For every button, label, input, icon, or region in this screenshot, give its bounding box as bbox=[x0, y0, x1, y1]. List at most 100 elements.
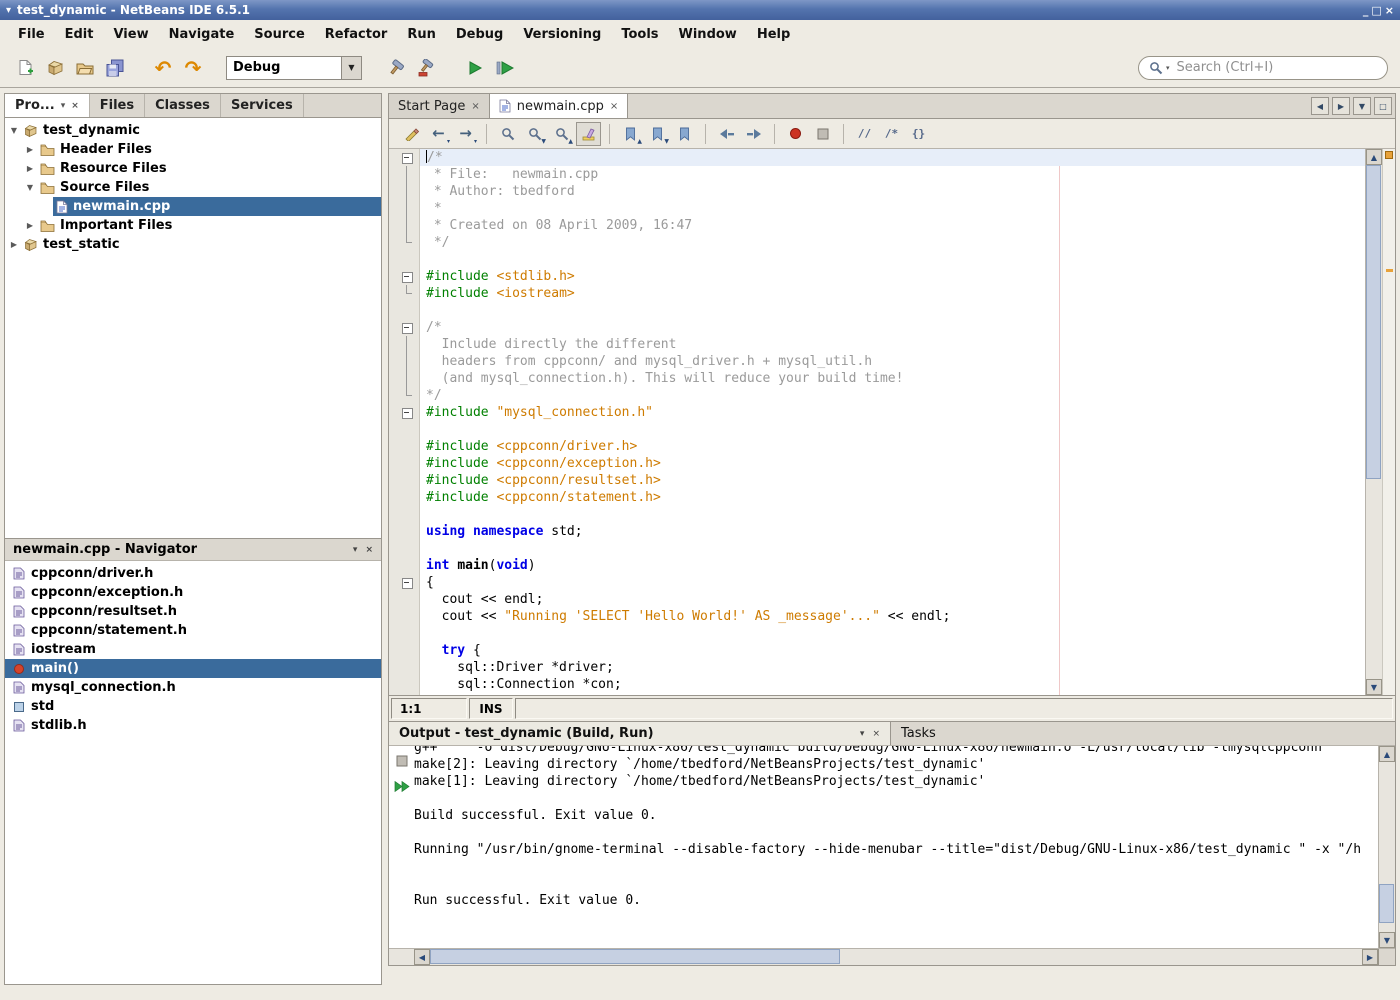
warning-status-icon[interactable] bbox=[1385, 151, 1393, 159]
tab-services[interactable]: Services bbox=[221, 94, 304, 117]
code-line[interactable]: */ bbox=[389, 387, 1365, 404]
maximize-button[interactable]: □ bbox=[1371, 4, 1381, 17]
find-next-button[interactable]: ▼ bbox=[522, 122, 547, 146]
menu-file[interactable]: File bbox=[8, 22, 55, 47]
close-button[interactable]: × bbox=[1385, 4, 1394, 17]
tab-start-page[interactable]: Start Page × bbox=[389, 94, 490, 118]
code-line[interactable]: /* bbox=[389, 319, 1365, 336]
menu-edit[interactable]: Edit bbox=[55, 22, 104, 47]
code-line[interactable]: */ bbox=[389, 234, 1365, 251]
navigator-item-std[interactable]: std bbox=[5, 697, 381, 716]
navigator-item-iostream[interactable]: iostream bbox=[5, 640, 381, 659]
close-output-icon[interactable]: × bbox=[872, 729, 880, 739]
navigator-item-main[interactable]: main() bbox=[5, 659, 381, 678]
combo-dropdown-icon[interactable]: ▼ bbox=[341, 57, 361, 79]
record-macro-button[interactable] bbox=[783, 122, 808, 146]
code-line[interactable]: cout << "Running 'SELECT 'Hello World!' … bbox=[389, 608, 1365, 625]
code-line[interactable]: #include <stdlib.h> bbox=[389, 268, 1365, 285]
code-line[interactable]: #include <cppconn/driver.h> bbox=[389, 438, 1365, 455]
menu-debug[interactable]: Debug bbox=[446, 22, 513, 47]
insert-code-button[interactable]: {} bbox=[906, 122, 931, 146]
menu-navigate[interactable]: Navigate bbox=[159, 22, 245, 47]
fold-marker-icon[interactable] bbox=[389, 574, 420, 591]
navigator-item-cppconn-statement-h[interactable]: cppconn/statement.h bbox=[5, 621, 381, 640]
tree-node-header-files[interactable]: ▶Header Files bbox=[5, 140, 381, 159]
stop-macro-button[interactable] bbox=[810, 122, 835, 146]
last-edit-location-button[interactable] bbox=[399, 122, 424, 146]
output-hscrollbar[interactable]: ◀ ▶ bbox=[389, 948, 1395, 965]
next-bookmark-button[interactable]: ▼ bbox=[645, 122, 670, 146]
debug-project-button[interactable] bbox=[490, 54, 520, 82]
close-navigator-icon[interactable]: × bbox=[365, 545, 373, 555]
code-line[interactable]: #include <cppconn/resultset.h> bbox=[389, 472, 1365, 489]
tree-node-test-static[interactable]: ▶test_static bbox=[5, 235, 381, 254]
code-editor[interactable]: /* * File: newmain.cpp * Author: tbedfor… bbox=[389, 149, 1365, 695]
scrollbar-thumb[interactable] bbox=[430, 949, 840, 964]
warning-mark[interactable] bbox=[1386, 269, 1393, 272]
new-file-button[interactable] bbox=[10, 54, 40, 82]
fold-marker-icon[interactable] bbox=[389, 319, 420, 336]
code-line[interactable]: (and mysql_connection.h). This will redu… bbox=[389, 370, 1365, 387]
code-line[interactable]: int main(void) bbox=[389, 557, 1365, 574]
menu-view[interactable]: View bbox=[103, 22, 158, 47]
code-line[interactable]: * File: newmain.cpp bbox=[389, 166, 1365, 183]
code-line[interactable]: #include <cppconn/statement.h> bbox=[389, 489, 1365, 506]
tree-node-source-files[interactable]: ▼Source Files bbox=[5, 178, 381, 197]
code-line[interactable]: try { bbox=[389, 642, 1365, 659]
tab-newmain-cpp[interactable]: newmain.cpp × bbox=[490, 94, 629, 118]
scroll-left-icon[interactable]: ◀ bbox=[414, 949, 430, 965]
code-line[interactable]: cout << endl; bbox=[389, 591, 1365, 608]
toggle-bookmark-button[interactable] bbox=[672, 122, 697, 146]
code-line[interactable]: sql::Driver *driver; bbox=[389, 659, 1365, 676]
expander-expanded-icon[interactable]: ▼ bbox=[23, 183, 37, 192]
code-line[interactable]: * Created on 08 April 2009, 16:47 bbox=[389, 217, 1365, 234]
code-line-current[interactable]: /* bbox=[389, 149, 1365, 166]
output-text[interactable]: g++ -o dist/Debug/GNU-Linux-x86/test_dyn… bbox=[414, 746, 1378, 941]
code-line[interactable] bbox=[389, 251, 1365, 268]
minimize-navigator-icon[interactable]: ▾ bbox=[353, 545, 358, 555]
tab-files[interactable]: Files bbox=[90, 94, 145, 117]
clean-build-project-button[interactable] bbox=[412, 54, 442, 82]
minimize-output-icon[interactable]: ▾ bbox=[860, 729, 865, 739]
back-button[interactable]: ←▾ bbox=[426, 122, 451, 146]
tab-classes[interactable]: Classes bbox=[145, 94, 221, 117]
code-line[interactable] bbox=[389, 625, 1365, 642]
code-line[interactable]: using namespace std; bbox=[389, 523, 1365, 540]
quick-search-box[interactable]: ▾ Search (Ctrl+I) bbox=[1138, 56, 1388, 80]
menu-source[interactable]: Source bbox=[244, 22, 314, 47]
tree-node-newmain-cpp[interactable]: newmain.cpp bbox=[5, 197, 381, 216]
run-project-button[interactable] bbox=[460, 54, 490, 82]
stop-execution-button[interactable] bbox=[393, 752, 411, 770]
navigator-item-cppconn-driver-h[interactable]: cppconn/driver.h bbox=[5, 564, 381, 583]
tab-pro[interactable]: Pro...▾× bbox=[5, 94, 90, 117]
menu-tools[interactable]: Tools bbox=[611, 22, 668, 47]
search-dropdown-icon[interactable]: ▾ bbox=[1166, 64, 1170, 72]
menu-help[interactable]: Help bbox=[747, 22, 800, 47]
redo-button[interactable]: ↷ bbox=[178, 54, 208, 82]
insert-mode-indicator[interactable]: INS bbox=[469, 698, 513, 719]
code-line[interactable]: #include <iostream> bbox=[389, 285, 1365, 302]
save-all-button[interactable] bbox=[100, 54, 130, 82]
code-line[interactable] bbox=[389, 540, 1365, 557]
code-line[interactable] bbox=[389, 302, 1365, 319]
scroll-tabs-right-button[interactable]: ▶ bbox=[1332, 97, 1350, 115]
navigator-item-mysql-connection-h[interactable]: mysql_connection.h bbox=[5, 678, 381, 697]
scrollbar-thumb[interactable] bbox=[1379, 884, 1394, 923]
scroll-up-icon[interactable]: ▲ bbox=[1366, 149, 1382, 165]
code-line[interactable] bbox=[389, 421, 1365, 438]
expander-collapsed-icon[interactable]: ▶ bbox=[7, 240, 21, 249]
menu-run[interactable]: Run bbox=[397, 22, 446, 47]
menu-window[interactable]: Window bbox=[669, 22, 747, 47]
open-project-button[interactable] bbox=[70, 54, 100, 82]
navigator-item-cppconn-resultset-h[interactable]: cppconn/resultset.h bbox=[5, 602, 381, 621]
code-line[interactable]: #include "mysql_connection.h" bbox=[389, 404, 1365, 421]
code-line[interactable]: * Author: tbedford bbox=[389, 183, 1365, 200]
toggle-highlight-search-button[interactable] bbox=[576, 122, 601, 146]
close-tab-icon[interactable]: × bbox=[610, 101, 618, 112]
code-line[interactable]: { bbox=[389, 574, 1365, 591]
maximize-editor-button[interactable]: □ bbox=[1374, 97, 1392, 115]
expander-collapsed-icon[interactable]: ▶ bbox=[23, 221, 37, 230]
code-line[interactable]: Include directly the different bbox=[389, 336, 1365, 353]
expander-expanded-icon[interactable]: ▼ bbox=[7, 126, 21, 135]
code-line[interactable]: headers from cppconn/ and mysql_driver.h… bbox=[389, 353, 1365, 370]
